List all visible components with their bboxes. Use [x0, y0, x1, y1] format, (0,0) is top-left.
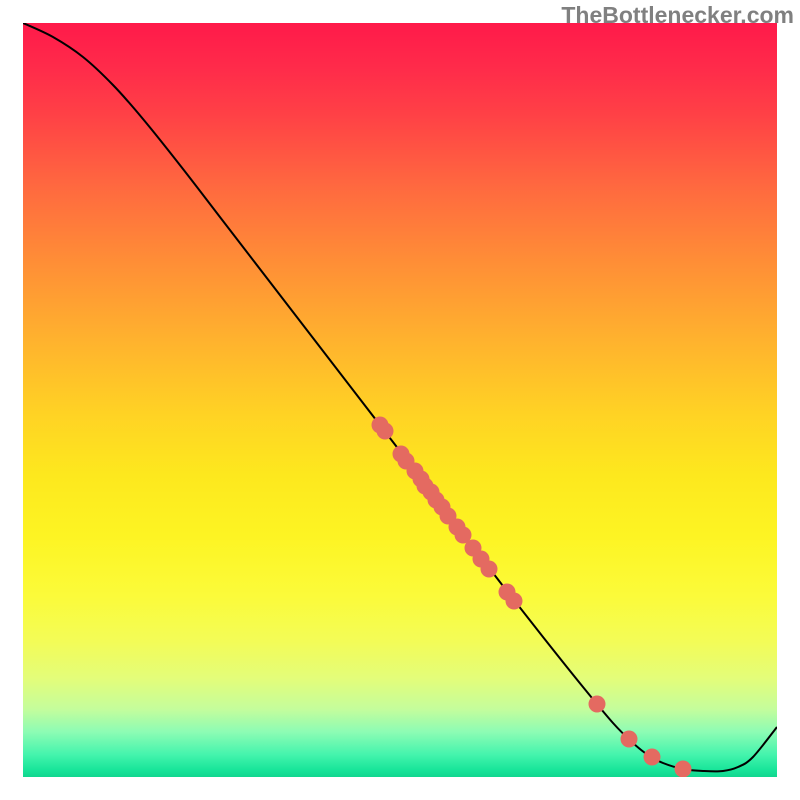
data-dot: [481, 561, 498, 578]
data-dot: [506, 593, 523, 610]
bottleneck-curve: [23, 23, 777, 771]
chart-svg: [23, 23, 777, 777]
data-dots: [372, 417, 692, 778]
plot-area: [23, 23, 777, 777]
chart-canvas: TheBottlenecker.com: [0, 0, 800, 800]
watermark-text: TheBottlenecker.com: [561, 2, 794, 29]
data-dot: [621, 731, 638, 748]
data-dot: [675, 761, 692, 778]
data-dot: [644, 749, 661, 766]
data-dot: [589, 696, 606, 713]
data-dot: [377, 423, 394, 440]
